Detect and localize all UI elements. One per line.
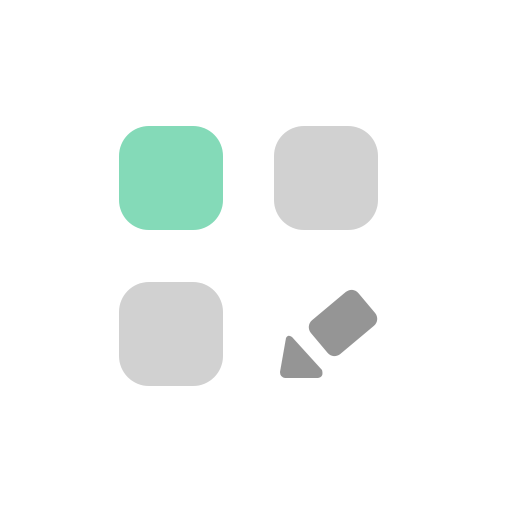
app-tile-icon (274, 126, 378, 230)
app-tile-selected-icon (119, 126, 223, 230)
app-tile-icon (119, 282, 223, 386)
pencil-icon (280, 289, 378, 378)
pencil-body (280, 289, 378, 378)
apps-edit-icon (0, 0, 512, 512)
pencil-tip (280, 335, 323, 378)
pencil-shaft (308, 289, 378, 357)
